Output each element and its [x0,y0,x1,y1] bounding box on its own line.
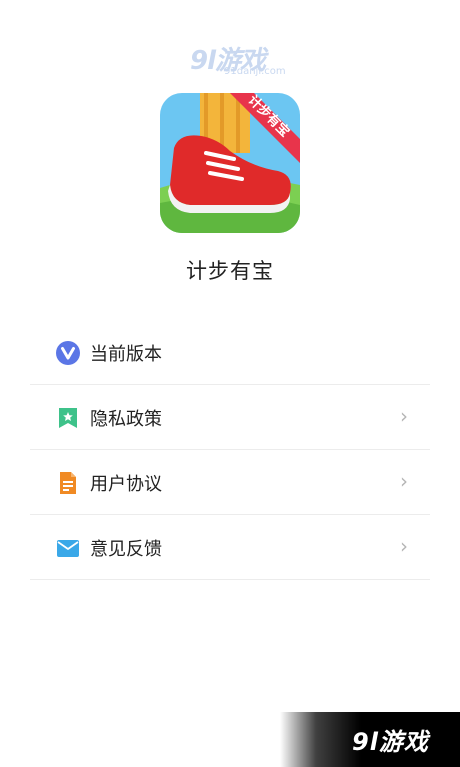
mail-icon [56,536,80,560]
menu-item-privacy[interactable]: 隐私政策 › [30,385,430,450]
chevron-right-icon: › [400,469,408,493]
chevron-right-icon: › [400,534,408,558]
menu-item-label: 当前版本 [90,344,162,365]
menu-item-feedback[interactable]: 意见反馈 › [30,515,430,580]
watermark-url: 91danji.com [224,66,286,77]
watermark-logo: 9l游戏 [352,728,429,756]
menu-item-version[interactable]: 当前版本 [30,320,430,385]
menu-item-label: 意见反馈 [90,539,162,560]
menu-item-label: 隐私政策 [90,409,162,430]
bookmark-star-icon [56,406,80,430]
app-icon: 计步有宝 [160,93,300,233]
watermark-top: 9l游戏 91danji.com [190,40,290,84]
document-icon [56,471,80,495]
settings-menu: 当前版本 隐私政策 › 用户协议 › 意见反馈 › [30,320,430,580]
running-shoe-app-icon: 计步有宝 [160,93,300,233]
v-badge-icon [56,341,80,365]
app-name: 计步有宝 [186,259,274,283]
chevron-right-icon: › [400,404,408,428]
menu-item-label: 用户协议 [90,474,162,495]
menu-item-agreement[interactable]: 用户协议 › [30,450,430,515]
watermark-bottom: 9l游戏 [280,712,460,767]
